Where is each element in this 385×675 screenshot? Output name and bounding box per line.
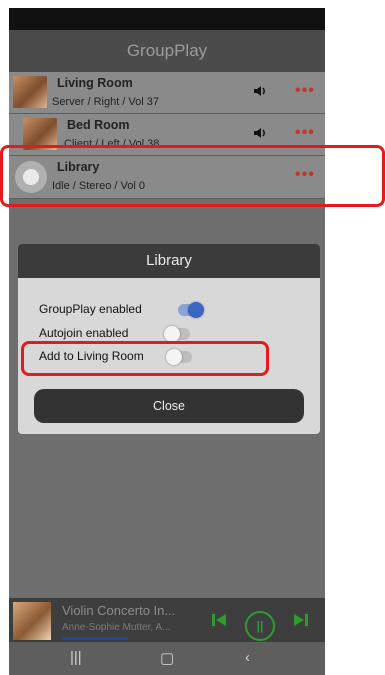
close-button[interactable]: Close — [34, 389, 304, 423]
autojoin-toggle[interactable] — [164, 326, 190, 342]
status-bar — [9, 8, 325, 30]
recent-apps-icon[interactable]: ||| — [70, 649, 82, 666]
room-name: Living Room — [57, 76, 133, 90]
album-art — [13, 602, 51, 640]
track-title: Violin Concerto In... — [62, 603, 176, 618]
skip-next-icon[interactable] — [292, 611, 310, 634]
speaker-icon[interactable] — [253, 126, 267, 145]
setting-label-groupplay: GroupPlay enabled — [39, 302, 142, 316]
highlight-add-to-living-room — [21, 341, 269, 376]
highlight-library-row — [0, 145, 385, 207]
room-name: Bed Room — [67, 118, 130, 132]
room-item-living-room[interactable]: Living Room Server / Right / Vol 37 ••• — [9, 72, 325, 114]
setting-label-autojoin: Autojoin enabled — [39, 326, 129, 340]
home-icon[interactable]: ▢ — [160, 649, 174, 667]
now-playing-bar[interactable]: Violin Concerto In... Anne-Sophie Mutter… — [9, 598, 325, 642]
track-artist: Anne-Sophie Mutter, A... — [62, 622, 171, 633]
groupplay-toggle[interactable] — [178, 302, 204, 318]
dialog-title: Library — [18, 244, 320, 278]
room-settings-dialog: Library GroupPlay enabled Autojoin enabl… — [18, 244, 320, 434]
back-icon[interactable]: ‹ — [245, 649, 250, 666]
skip-previous-icon[interactable] — [210, 611, 228, 634]
app-title: GroupPlay — [9, 30, 325, 72]
more-dots-icon[interactable]: ••• — [295, 82, 315, 100]
room-status: Server / Right / Vol 37 — [52, 96, 159, 108]
more-dots-icon[interactable]: ••• — [295, 124, 315, 142]
system-nav-bar: ||| ▢ ‹ — [9, 642, 325, 675]
speaker-icon[interactable] — [253, 84, 267, 103]
pause-icon[interactable]: || — [245, 611, 275, 641]
playback-progress — [62, 637, 128, 640]
album-art — [13, 76, 47, 108]
